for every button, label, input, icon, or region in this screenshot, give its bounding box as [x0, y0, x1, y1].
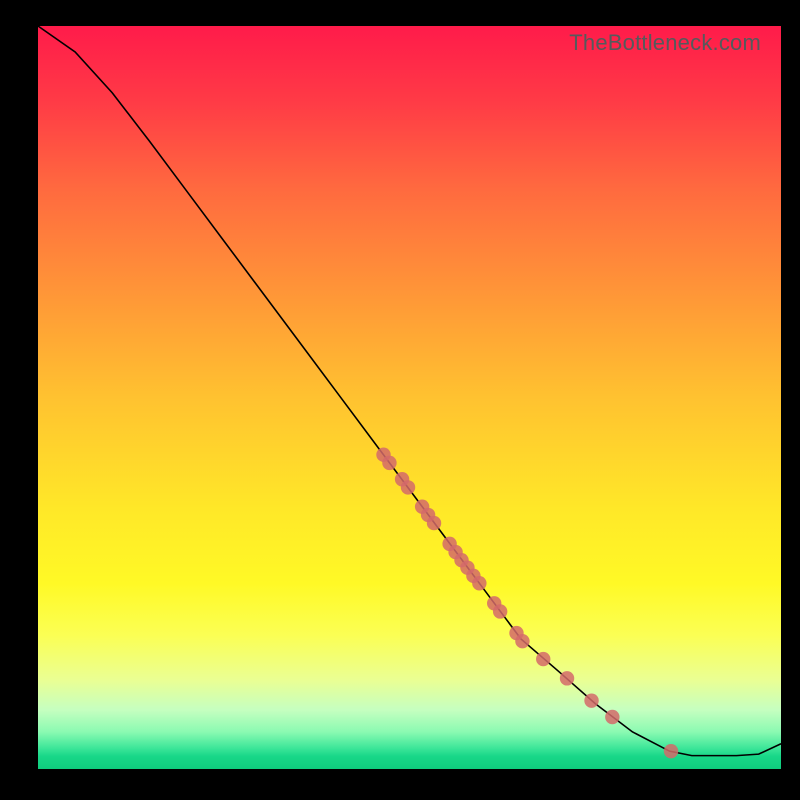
data-point: [427, 516, 441, 530]
data-point: [382, 456, 396, 470]
data-point: [605, 710, 619, 724]
data-point: [560, 671, 574, 685]
data-point: [584, 693, 598, 707]
data-point: [536, 652, 550, 666]
data-point: [401, 480, 415, 494]
data-point: [664, 744, 678, 758]
curve-line: [38, 26, 781, 756]
data-point: [472, 576, 486, 590]
gradient-plot-canvas: TheBottleneck.com: [38, 26, 781, 769]
data-point: [515, 634, 529, 648]
data-point: [493, 604, 507, 618]
plot-svg: [38, 26, 781, 769]
